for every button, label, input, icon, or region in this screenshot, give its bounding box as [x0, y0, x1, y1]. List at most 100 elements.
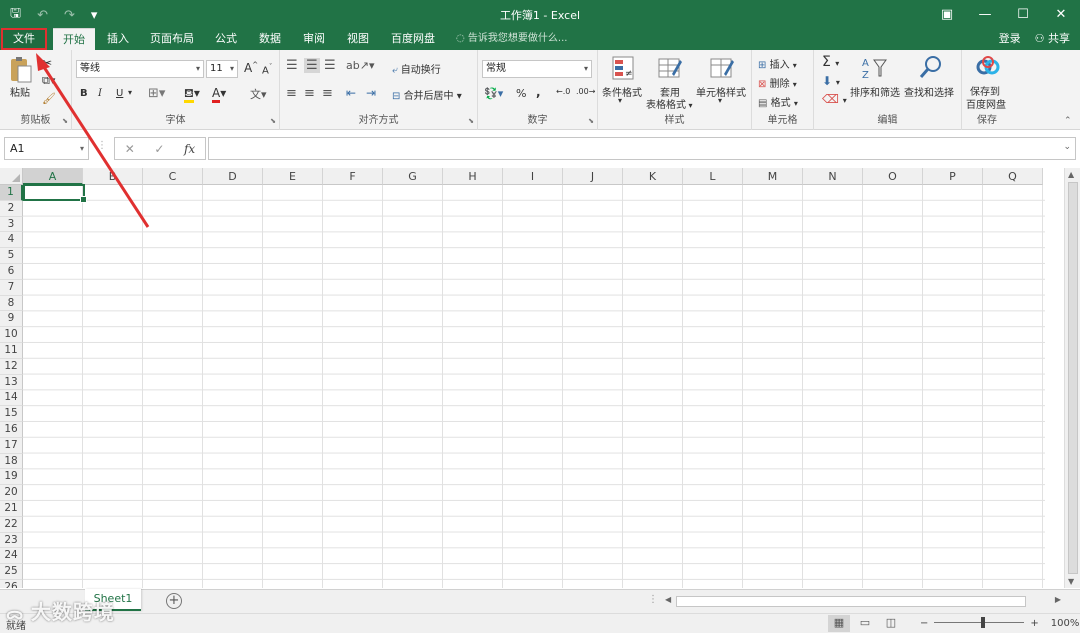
- autosum-icon[interactable]: Σ ▾: [822, 54, 839, 70]
- horizontal-scrollbar[interactable]: ◀ ▶: [662, 595, 1064, 609]
- row-header[interactable]: 13: [0, 374, 23, 391]
- zoom-slider[interactable]: [934, 616, 1025, 630]
- scroll-up-icon[interactable]: ▲: [1068, 170, 1074, 179]
- page-break-view-icon[interactable]: ◫: [880, 615, 902, 632]
- worksheet-grid[interactable]: A B C D E F G H I J K L M N O P Q 1 2 3 …: [0, 168, 1045, 588]
- enter-icon[interactable]: ✓: [154, 142, 164, 156]
- vertical-scrollbar[interactable]: ▲ ▼: [1064, 168, 1080, 588]
- number-format-combo[interactable]: 常规 ▾: [482, 60, 592, 78]
- column-header[interactable]: O: [863, 168, 923, 185]
- font-color-icon[interactable]: A▾: [212, 86, 226, 103]
- row-header[interactable]: 11: [0, 342, 23, 359]
- row-header[interactable]: 14: [0, 390, 23, 407]
- tab-formulas[interactable]: 公式: [208, 28, 244, 50]
- align-right-icon[interactable]: ≡: [322, 86, 333, 101]
- column-header[interactable]: J: [563, 168, 623, 185]
- name-box[interactable]: A1 ▾: [4, 137, 89, 160]
- clipboard-launcher-icon[interactable]: ⬊: [62, 117, 68, 125]
- clear-icon[interactable]: ⌫ ▾: [822, 92, 847, 106]
- cell-area[interactable]: [23, 185, 1045, 588]
- zoom-level[interactable]: 100%: [1051, 618, 1080, 629]
- merge-center-button[interactable]: ⊟ 合并后居中 ▾: [392, 87, 462, 102]
- underline-dropdown-icon[interactable]: ▾: [128, 88, 132, 97]
- row-header[interactable]: 3: [0, 216, 23, 233]
- add-sheet-button[interactable]: +: [166, 593, 182, 609]
- tab-splitter-icon[interactable]: ⋮: [648, 594, 658, 605]
- column-header[interactable]: P: [923, 168, 983, 185]
- row-header[interactable]: 16: [0, 421, 23, 438]
- decrease-indent-icon[interactable]: ⇤: [346, 86, 356, 100]
- sort-filter-button[interactable]: 排序和筛选: [850, 84, 900, 99]
- page-layout-view-icon[interactable]: ▭: [854, 615, 876, 632]
- number-launcher-icon[interactable]: ⬊: [588, 117, 594, 125]
- minimize-button[interactable]: —: [966, 0, 1004, 28]
- baidu-netdisk-icon[interactable]: [976, 56, 1000, 81]
- select-all-button[interactable]: [0, 168, 23, 185]
- column-header[interactable]: Q: [983, 168, 1043, 185]
- underline-button[interactable]: U: [116, 88, 123, 99]
- fill-icon[interactable]: ⬇ ▾: [822, 74, 840, 88]
- tab-file[interactable]: 文件: [1, 28, 47, 50]
- tell-me-box[interactable]: ◌ 告诉我您想要做什么...: [456, 28, 567, 50]
- bold-button[interactable]: B: [80, 88, 88, 99]
- column-header[interactable]: C: [143, 168, 203, 185]
- column-header[interactable]: A: [23, 168, 83, 185]
- cut-icon[interactable]: ✂: [42, 56, 52, 70]
- decrease-decimal-icon[interactable]: .00→: [576, 87, 595, 96]
- row-header[interactable]: 17: [0, 437, 23, 454]
- row-header[interactable]: 19: [0, 469, 23, 486]
- column-header[interactable]: G: [383, 168, 443, 185]
- cancel-icon[interactable]: ✕: [125, 142, 135, 156]
- row-header[interactable]: 5: [0, 248, 23, 264]
- cell-styles-icon[interactable]: [710, 56, 734, 83]
- tab-insert[interactable]: 插入: [100, 28, 136, 50]
- column-header[interactable]: H: [443, 168, 503, 185]
- login-button[interactable]: 登录: [999, 28, 1021, 50]
- copy-icon[interactable]: ⧉▾: [42, 74, 55, 88]
- column-header[interactable]: I: [503, 168, 563, 185]
- zoom-in-button[interactable]: +: [1030, 618, 1038, 629]
- row-header[interactable]: 12: [0, 358, 23, 375]
- expand-formula-bar-icon[interactable]: ⌄: [1063, 142, 1071, 152]
- align-left-icon[interactable]: ≡: [286, 86, 297, 101]
- find-select-icon[interactable]: [918, 54, 944, 83]
- format-as-table-icon[interactable]: [658, 56, 682, 83]
- paste-button[interactable]: 粘贴: [10, 84, 30, 99]
- row-header[interactable]: 9: [0, 311, 23, 328]
- orientation-icon[interactable]: ab↗▾: [346, 59, 374, 72]
- column-header[interactable]: D: [203, 168, 263, 185]
- column-header[interactable]: K: [623, 168, 683, 185]
- format-cells-button[interactable]: ▤ 格式 ▾: [758, 94, 798, 109]
- increase-decimal-icon[interactable]: ←.0: [556, 87, 570, 96]
- zoom-slider-knob[interactable]: [981, 617, 986, 628]
- font-name-combo[interactable]: 等线 ▾: [76, 60, 204, 78]
- column-header[interactable]: L: [683, 168, 743, 185]
- percent-button[interactable]: %: [516, 87, 526, 100]
- delete-cells-button[interactable]: ⊠ 删除 ▾: [758, 75, 797, 90]
- phonetic-icon[interactable]: 文▾: [250, 86, 267, 102]
- paste-icon[interactable]: [8, 56, 34, 84]
- column-header[interactable]: F: [323, 168, 383, 185]
- zoom-out-button[interactable]: −: [920, 618, 928, 629]
- accounting-format-icon[interactable]: 💱▾: [484, 87, 503, 100]
- horizontal-scroll-thumb[interactable]: [676, 596, 1026, 607]
- fill-color-icon[interactable]: ⛾▾: [184, 86, 200, 103]
- align-center-icon[interactable]: ≡: [304, 86, 315, 101]
- active-cell-a1[interactable]: [23, 184, 87, 203]
- collapse-ribbon-icon[interactable]: ⌃: [1064, 116, 1072, 126]
- row-header[interactable]: 2: [0, 200, 23, 217]
- column-header[interactable]: E: [263, 168, 323, 185]
- formula-input[interactable]: ⌄: [208, 137, 1076, 160]
- row-header[interactable]: 18: [0, 453, 23, 470]
- tab-baidu-netdisk[interactable]: 百度网盘: [386, 28, 440, 50]
- comma-button[interactable]: ,: [536, 85, 541, 99]
- ribbon-display-options-icon[interactable]: ▣: [928, 0, 966, 28]
- column-header[interactable]: N: [803, 168, 863, 185]
- row-header[interactable]: 8: [0, 295, 23, 312]
- increase-indent-icon[interactable]: ⇥: [366, 86, 376, 100]
- row-header[interactable]: 6: [0, 263, 23, 280]
- tab-view[interactable]: 视图: [340, 28, 376, 50]
- wrap-text-button[interactable]: ⤶ 自动换行: [392, 61, 441, 76]
- row-header[interactable]: 26: [0, 579, 23, 588]
- format-as-table-button[interactable]: 表格格式 ▾: [646, 96, 693, 111]
